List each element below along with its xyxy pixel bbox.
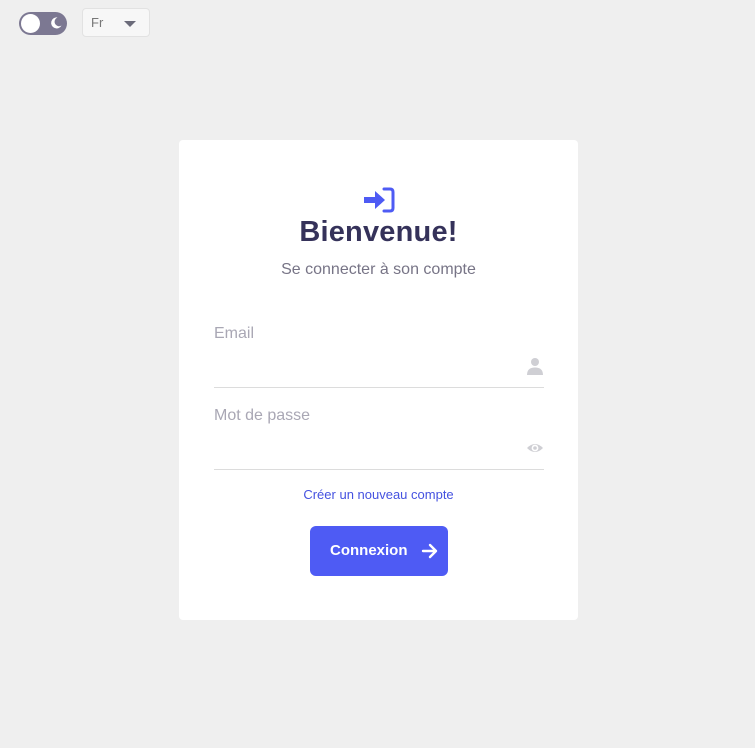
toggle-knob: [21, 14, 40, 33]
page-title: Bienvenue!: [299, 216, 458, 248]
theme-toggle[interactable]: [19, 12, 67, 35]
password-label: Mot de passe: [214, 407, 311, 424]
moon-icon: [51, 17, 62, 29]
login-icon: [364, 187, 395, 213]
password-field: Mot de passe: [214, 403, 544, 470]
user-icon: [527, 358, 543, 375]
arrow-right-icon: [421, 543, 438, 559]
email-input[interactable]: [214, 351, 514, 379]
password-input[interactable]: [214, 433, 514, 461]
create-account-link[interactable]: Créer un nouveau compte: [179, 487, 578, 502]
language-select[interactable]: Fr: [82, 8, 150, 37]
top-bar: Fr: [0, 0, 755, 48]
login-button-label: Connexion: [330, 542, 408, 559]
caret-down-icon: [124, 21, 136, 27]
page-subtitle: Se connecter à son compte: [281, 261, 476, 278]
eye-icon[interactable]: [526, 439, 544, 457]
login-button[interactable]: Connexion: [310, 526, 448, 576]
login-card: Bienvenue! Se connecter à son compte Ema…: [179, 140, 578, 620]
language-value: Fr: [91, 15, 104, 30]
email-field: Email: [214, 321, 544, 388]
email-label: Email: [214, 325, 255, 342]
